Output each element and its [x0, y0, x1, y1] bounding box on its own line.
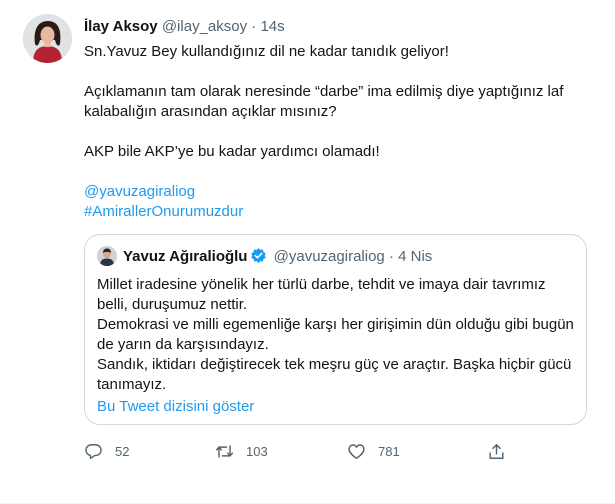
reply-button[interactable]: 52 — [84, 439, 129, 463]
tweet-header: İlay Aksoy @ilay_aksoy · 14s — [84, 17, 285, 37]
quoted-author-avatar — [97, 246, 117, 266]
share-button[interactable] — [487, 439, 506, 463]
reply-icon — [84, 442, 103, 461]
quoted-line: Demokrasi ve milli egemenliğe karşı her … — [97, 316, 574, 353]
author-handle[interactable]: @ilay_aksoy — [162, 18, 247, 35]
author-avatar[interactable] — [23, 14, 72, 63]
tweet-timestamp[interactable]: 14s — [260, 18, 284, 35]
quoted-tweet[interactable]: Yavuz Ağıralioğlu @yavuzagiraliog · 4 Ni… — [84, 234, 587, 425]
show-thread-link[interactable]: Bu Tweet dizisini göster — [97, 397, 254, 417]
share-icon — [487, 442, 506, 461]
retweet-count: 103 — [246, 443, 268, 459]
like-count: 781 — [378, 443, 400, 459]
verified-badge-icon — [250, 247, 267, 270]
like-icon — [347, 442, 366, 461]
mention-link[interactable]: @yavuzagiraliog — [84, 183, 195, 200]
reply-count: 52 — [115, 443, 130, 459]
quoted-separator: · — [388, 248, 394, 265]
quoted-header: Yavuz Ağıralioğlu @yavuzagiraliog · 4 Ni… — [123, 247, 432, 270]
header-separator: · — [251, 18, 257, 35]
author-name[interactable]: İlay Aksoy — [84, 18, 158, 35]
tweet-actions: 52 103 781 — [84, 439, 594, 463]
quoted-text: Millet iradesine yönelik her türlü darbe… — [97, 275, 577, 395]
quoted-author-name: Yavuz Ağıralioğlu — [123, 248, 248, 265]
quoted-line: Millet iradesine yönelik her türlü darbe… — [97, 276, 546, 313]
like-button[interactable]: 781 — [347, 439, 400, 463]
tweet-line: AKP bile AKP’ye bu kadar yardımcı olamad… — [84, 143, 380, 160]
tweet[interactable]: İlay Aksoy @ilay_aksoy · 14s Sn.Yavuz Be… — [0, 0, 615, 504]
quoted-timestamp: 4 Nis — [398, 248, 433, 265]
tweet-text: Sn.Yavuz Bey kullandığınız dil ne kadar … — [84, 42, 584, 222]
retweet-button[interactable]: 103 — [215, 439, 268, 463]
hashtag-link[interactable]: #AmirallerOnurumuzdur — [84, 203, 243, 220]
retweet-icon — [215, 442, 234, 461]
tweet-line: Açıklamanın tam olarak neresinde “darbe”… — [84, 83, 564, 120]
tweet-line: Sn.Yavuz Bey kullandığınız dil ne kadar … — [84, 43, 449, 60]
quoted-line: Sandık, iktidarı değiştirecek tek meşru … — [97, 356, 572, 393]
quoted-author-handle: @yavuzagiraliog — [273, 248, 385, 265]
